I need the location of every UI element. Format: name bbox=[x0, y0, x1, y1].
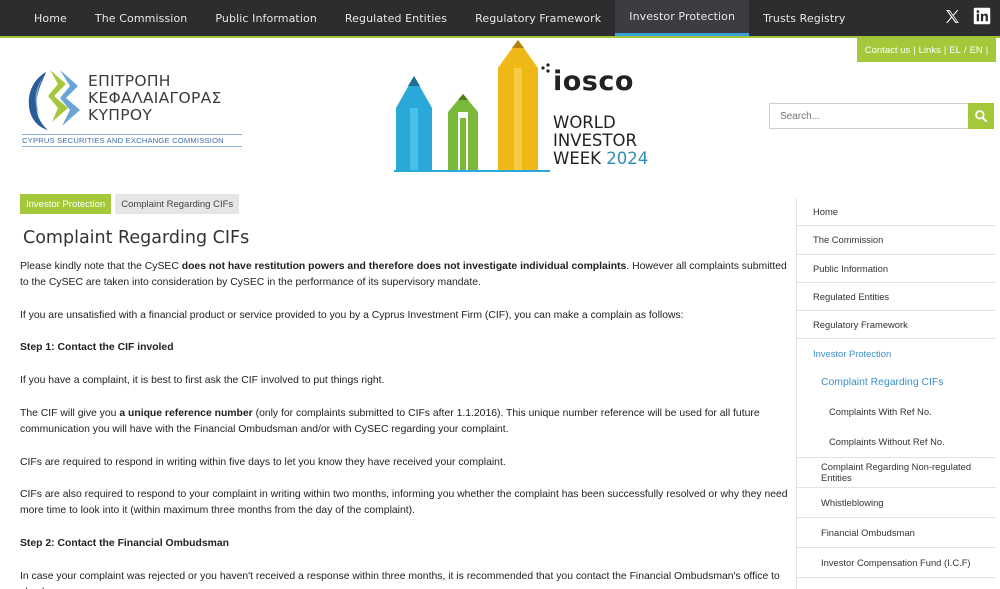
search-button[interactable] bbox=[968, 103, 994, 129]
step-heading: Step 1: Contact the CIF involed bbox=[20, 340, 790, 356]
nav-item-investor-protection[interactable]: Investor Protection bbox=[615, 0, 750, 36]
text-span: Please kindly note that the CySEC bbox=[20, 261, 182, 272]
x-icon[interactable] bbox=[942, 6, 962, 26]
contact-bar: Contact us | Links | EL / EN | bbox=[857, 38, 996, 62]
sidebar-item-non-regulated-entities[interactable]: Complaint Regarding Non-regulated Entiti… bbox=[797, 458, 996, 488]
sidebar-active-group: Investor Protection Complaint Regarding … bbox=[797, 339, 996, 458]
sidebar-item-investor-compensation-fund[interactable]: Investor Compensation Fund (I.C.F) bbox=[797, 548, 996, 578]
sidebar-item-complaints-with-ref[interactable]: Complaints With Ref No. bbox=[797, 397, 996, 427]
search-box bbox=[769, 103, 994, 129]
world-investor-week-title: WORLD INVESTOR WEEK 2024 bbox=[553, 114, 648, 168]
content-paragraph: In case your complaint was rejected or y… bbox=[20, 570, 780, 589]
content-paragraph: CIFs are required to respond in writing … bbox=[20, 456, 506, 468]
sidebar-item-public-information[interactable]: Public Information bbox=[797, 255, 996, 283]
sidebar-item-regulatory-framework[interactable]: Regulatory Framework bbox=[797, 311, 996, 340]
logo-greek-line: ΚΥΠΡΟΥ bbox=[88, 106, 153, 124]
world-investor-week-banner[interactable]: iosco WORLD INVESTOR WEEK 2024 bbox=[390, 38, 665, 176]
breadcrumb: Investor Protection Complaint Regarding … bbox=[20, 194, 240, 214]
linkedin-icon[interactable] bbox=[972, 6, 992, 26]
sidebar-item-investor-protection[interactable]: Investor Protection bbox=[797, 339, 996, 367]
separator: | bbox=[913, 44, 916, 56]
sidebar-item-home[interactable]: Home bbox=[797, 198, 996, 227]
top-navigation: Home The Commission Public Information R… bbox=[0, 0, 1000, 36]
main-content: Complaint Regarding CIFs Please kindly n… bbox=[20, 228, 790, 589]
banner-week: WEEK bbox=[553, 149, 601, 168]
search-input[interactable] bbox=[769, 103, 968, 129]
language-en-link[interactable]: EN bbox=[970, 45, 983, 56]
nav-item-trusts-registry[interactable]: Trusts Registry bbox=[749, 0, 859, 36]
logo-greek-line: ΕΠΙΤΡΟΠΗ bbox=[88, 72, 171, 90]
nav-item-regulatory-framework[interactable]: Regulatory Framework bbox=[461, 0, 615, 36]
search-icon bbox=[975, 110, 988, 123]
content-paragraph: If you are unsatisfied with a financial … bbox=[20, 309, 684, 321]
separator: | bbox=[943, 44, 947, 56]
logo-english-text: CYPRUS SECURITIES AND EXCHANGE COMMISSIO… bbox=[22, 134, 242, 147]
social-links bbox=[942, 6, 992, 26]
banner-year: 2024 bbox=[606, 149, 649, 168]
step-heading: Step 2: Contact the Financial Ombudsman bbox=[20, 536, 790, 552]
step2-heading: Step 2: Contact the Financial Ombudsman bbox=[20, 538, 229, 550]
separator: | bbox=[985, 44, 989, 56]
content-paragraph: The CIF will give you a unique reference… bbox=[20, 406, 790, 439]
banner-line: WORLD bbox=[553, 113, 616, 132]
breadcrumb-complaint-regarding-cifs: Complaint Regarding CIFs bbox=[115, 194, 240, 214]
bold-text: a unique reference number bbox=[119, 407, 253, 419]
pencils-illustration-icon bbox=[394, 40, 550, 172]
content-paragraph: Please kindly note that the CySEC does n… bbox=[20, 259, 790, 292]
sidebar-item-warnings[interactable]: Warnings bbox=[797, 578, 996, 589]
nav-item-the-commission[interactable]: The Commission bbox=[81, 0, 201, 36]
logo-greek-text: ΕΠΙΤΡΟΠΗ ΚΕΦΑΛΑΙΑΓΟΡΑΣ ΚΥΠΡΟΥ bbox=[88, 73, 222, 124]
sidebar-item-financial-ombudsman[interactable]: Financial Ombudsman bbox=[797, 518, 996, 548]
banner-line: WEEK 2024 bbox=[553, 150, 648, 168]
sidebar-item-the-commission[interactable]: The Commission bbox=[797, 226, 996, 255]
banner-line: INVESTOR bbox=[553, 131, 637, 150]
links-link[interactable]: Links bbox=[919, 45, 941, 56]
cysec-logo[interactable]: ΕΠΙΤΡΟΠΗ ΚΕΦΑΛΑΙΑΓΟΡΑΣ ΚΥΠΡΟΥ CYPRUS SEC… bbox=[20, 64, 245, 150]
separator: / bbox=[963, 44, 967, 56]
nav-item-public-information[interactable]: Public Information bbox=[201, 0, 331, 36]
content-paragraph: CIFs are also required to respond to you… bbox=[20, 489, 788, 517]
sidebar-item-complaint-regarding-cifs[interactable]: Complaint Regarding CIFs bbox=[797, 368, 996, 397]
content-paragraph: If you have a complaint, it is best to f… bbox=[20, 375, 385, 387]
cysec-emblem-icon bbox=[28, 70, 80, 130]
sidebar-item-complaints-without-ref[interactable]: Complaints Without Ref No. bbox=[797, 427, 996, 457]
bold-text: does not have restitution powers and the… bbox=[181, 261, 627, 272]
sidebar-item-regulated-entities[interactable]: Regulated Entities bbox=[797, 283, 996, 312]
text-span: The CIF will give you bbox=[20, 407, 120, 419]
page-title: Complaint Regarding CIFs bbox=[23, 228, 250, 248]
nav-item-home[interactable]: Home bbox=[20, 0, 81, 36]
nav-item-regulated-entities[interactable]: Regulated Entities bbox=[331, 0, 461, 36]
step1-heading: Step 1: Contact the CIF involed bbox=[20, 342, 174, 354]
sidebar-item-whistleblowing[interactable]: Whistleblowing bbox=[797, 488, 996, 518]
language-el-link[interactable]: EL bbox=[949, 45, 961, 56]
iosco-wordmark: iosco bbox=[553, 66, 634, 97]
contact-us-link[interactable]: Contact us bbox=[865, 45, 910, 56]
sidebar-menu: Home The Commission Public Information R… bbox=[796, 198, 996, 589]
nav-items: Home The Commission Public Information R… bbox=[0, 0, 859, 36]
logo-greek-line: ΚΕΦΑΛΑΙΑΓΟΡΑΣ bbox=[88, 89, 222, 107]
breadcrumb-investor-protection[interactable]: Investor Protection bbox=[20, 194, 112, 214]
